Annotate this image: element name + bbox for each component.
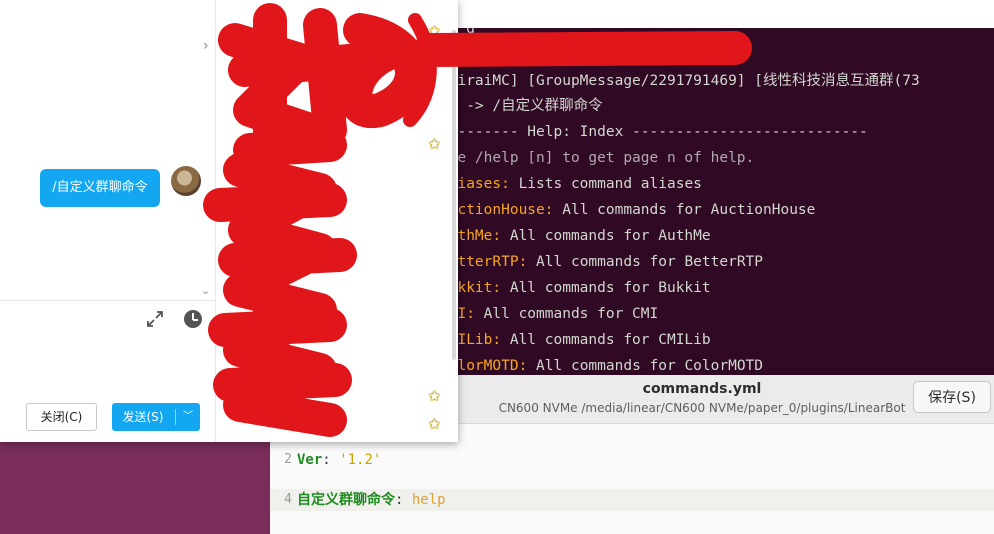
avatar[interactable] xyxy=(171,166,201,196)
terminal-line: --------- Help: Index ------------------… xyxy=(440,124,868,140)
chat-window: › /自定义群聊命令 ⌄ 关闭(C) 发送(S) ﹀ ✩ ✩ ✩ ✩ xyxy=(0,0,458,442)
yaml-colon: : xyxy=(395,492,412,508)
help-entry: CMI: All commands for CMI xyxy=(440,301,658,327)
yaml-value: '1.2' xyxy=(339,452,382,468)
send-button[interactable]: 发送(S) ﹀ xyxy=(112,403,200,431)
code-line-current: 4 自定义群聊命令: help xyxy=(270,489,994,511)
expand-icon[interactable] xyxy=(146,310,164,328)
help-entry-desc: All commands for ColorMOTD xyxy=(527,358,764,374)
help-entry: CMILib: All commands for CMILib xyxy=(440,327,711,353)
star-icon: ✩ xyxy=(428,135,441,153)
help-entry-desc: All commands for Bukkit xyxy=(501,280,711,296)
clock-icon[interactable] xyxy=(184,310,202,328)
scrollbar[interactable] xyxy=(452,30,456,360)
help-entry-desc: All commands for CMILib xyxy=(501,332,711,348)
help-entry-desc: All commands for AuctionHouse xyxy=(553,202,816,218)
close-button[interactable]: 关闭(C) xyxy=(26,403,97,431)
help-entry: AuthMe: All commands for AuthMe xyxy=(440,223,711,249)
panel-divider xyxy=(215,0,216,442)
terminal-window[interactable]: -> g [MiraiMC] [GroupMessage/2291791469]… xyxy=(420,28,994,388)
terminal-line: Use /help [n] to get page n of help. xyxy=(440,150,755,166)
yaml-key: 自定义群聊命令 xyxy=(297,492,395,508)
star-icon: ✩ xyxy=(428,387,441,405)
star-icon: ✩ xyxy=(428,22,441,40)
help-entry: Bukkit: All commands for Bukkit xyxy=(440,275,711,301)
terminal-line: [MiraiMC] [GroupMessage/2291791469] [线性科… xyxy=(440,73,920,89)
line-number: 4 xyxy=(284,492,292,507)
yaml-value: help xyxy=(411,492,446,508)
terminal-top-strip xyxy=(420,0,994,28)
chevron-down-icon[interactable]: ﹀ xyxy=(176,403,200,431)
code-text: Ver: '1.2' xyxy=(297,449,381,471)
help-entry-desc: All commands for AuthMe xyxy=(501,228,711,244)
send-button-label: 发送(S) xyxy=(122,410,164,424)
help-entry: Aliases: Lists command aliases xyxy=(440,171,702,197)
help-entry: AuctionHouse: All commands for AuctionHo… xyxy=(440,197,815,223)
code-text: 自定义群聊命令: help xyxy=(297,489,446,511)
help-entry: BetterRTP: All commands for BetterRTP xyxy=(440,249,763,275)
help-entry-desc: All commands for CMI xyxy=(474,306,659,322)
star-icon: ✩ xyxy=(428,415,441,433)
line-number: 2 xyxy=(284,452,292,467)
help-entry-desc: All commands for BetterRTP xyxy=(527,254,764,270)
help-entry-desc: Lists command aliases xyxy=(509,176,702,192)
save-button[interactable]: 保存(S) xyxy=(913,381,991,413)
chevron-right-icon[interactable]: › xyxy=(203,38,209,54)
chevron-down-icon[interactable]: ⌄ xyxy=(201,284,210,297)
code-line: 2 Ver: '1.2' xyxy=(270,449,994,471)
message-bubble[interactable]: /自定义群聊命令 xyxy=(40,169,160,207)
terminal-line: 5) -> /自定义群聊命令 xyxy=(440,98,603,114)
yaml-key: Ver xyxy=(297,452,323,468)
input-divider xyxy=(0,300,215,301)
yaml-colon: : xyxy=(322,452,340,468)
